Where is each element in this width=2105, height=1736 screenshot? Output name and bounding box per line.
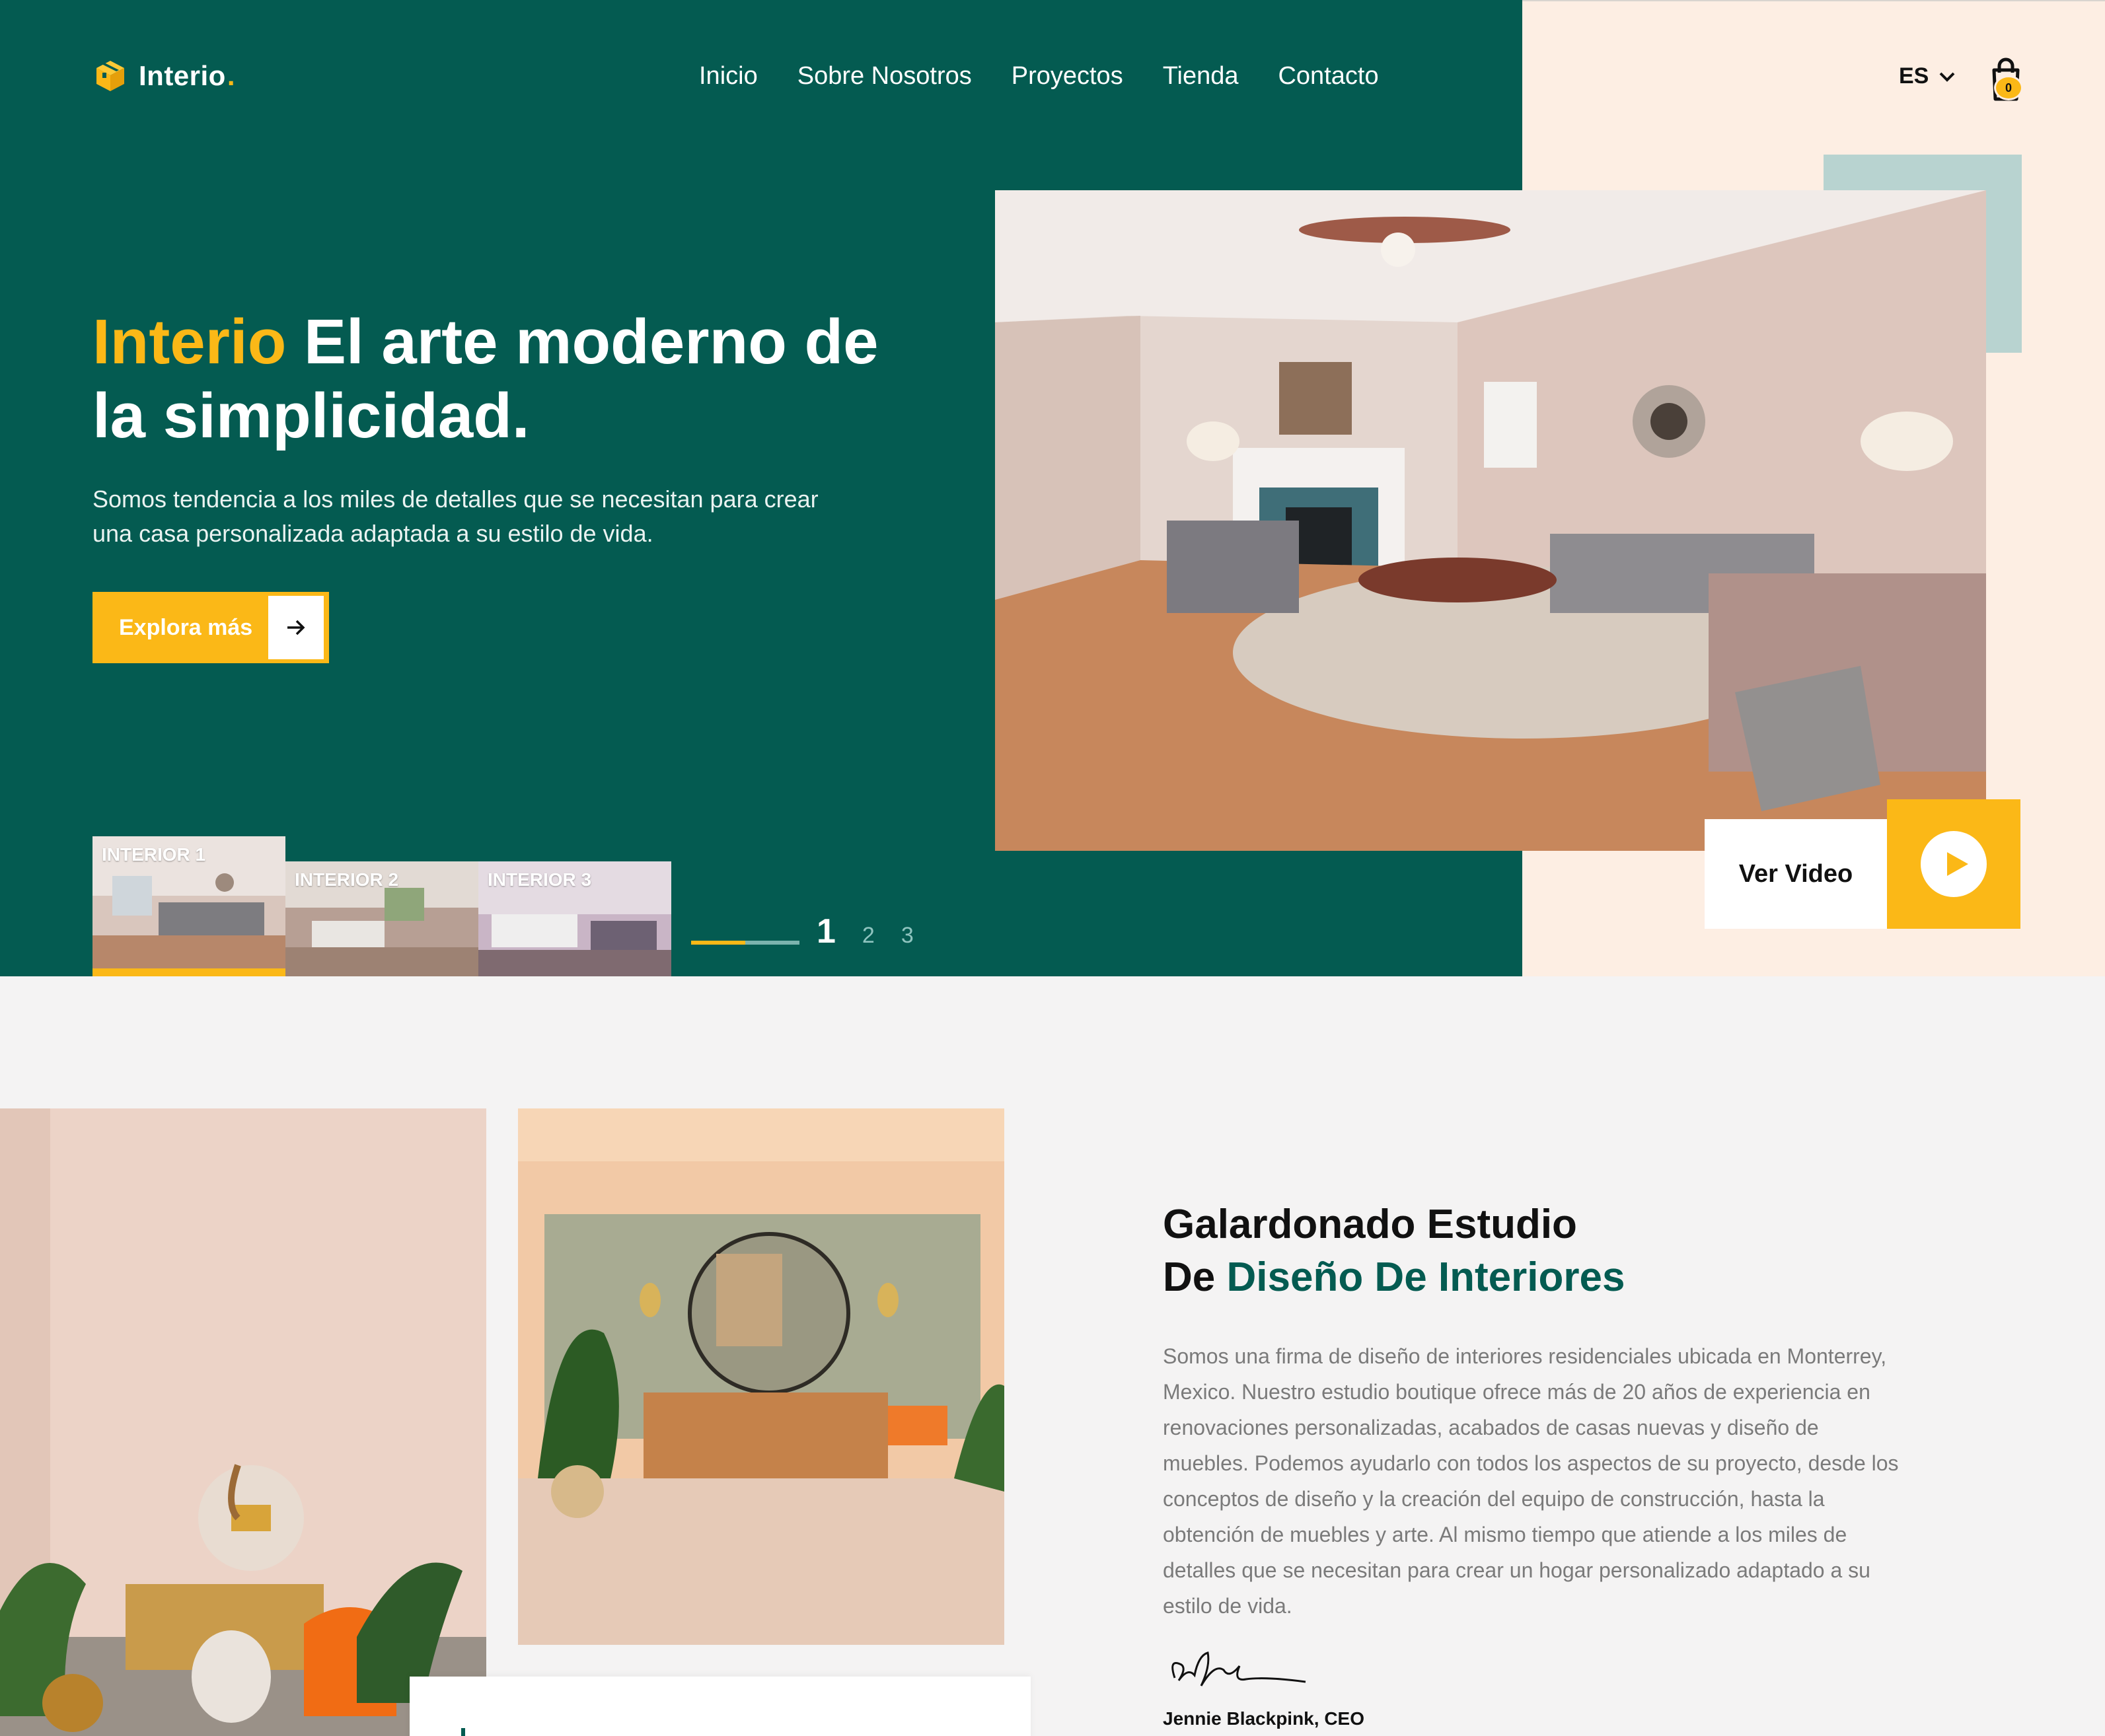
nav-item-inicio[interactable]: Inicio [699, 62, 758, 90]
signature-image [1171, 1651, 1306, 1686]
slider-pager: 1 2 3 [817, 912, 914, 951]
hero-subtext: Somos tendencia a los miles de detalles … [92, 486, 819, 547]
watch-video-label: Ver Video [1705, 819, 1887, 929]
pager-item-3[interactable]: 3 [901, 923, 914, 949]
nav-item-tienda[interactable]: Tienda [1163, 62, 1239, 90]
about-body: Somos una firma de diseño de interiores … [1163, 1344, 1899, 1618]
thumbnail-label: INTERIOR 2 [295, 869, 399, 890]
slider-progress-fill [691, 941, 745, 945]
nav-item-sobre-nosotros[interactable]: Sobre Nosotros [797, 62, 972, 90]
logo-text: Interio [139, 60, 226, 91]
logo[interactable]: Interio . [92, 58, 235, 94]
about-title-prefix: De [1163, 1254, 1227, 1300]
chevron-down-icon [1939, 72, 1955, 82]
thumbnail-interior-3[interactable]: INTERIOR 3 [478, 861, 671, 976]
play-icon [1921, 831, 1987, 897]
nav-item-contacto[interactable]: Contacto [1278, 62, 1378, 90]
explore-more-label: Explora más [119, 614, 253, 640]
pager-item-2[interactable]: 2 [862, 923, 875, 949]
feature-card-accent [461, 1728, 465, 1736]
thumbnail-label: INTERIOR 3 [488, 869, 592, 890]
logo-dot: . [227, 60, 235, 91]
nav-item-proyectos[interactable]: Proyectos [1012, 62, 1123, 90]
pager-current[interactable]: 1 [817, 912, 836, 951]
cube-logo-icon [96, 61, 124, 91]
language-label: ES [1899, 63, 1929, 89]
watch-video-button[interactable]: Ver Video [1705, 799, 2020, 929]
cart-count-badge: 0 [1994, 75, 2023, 100]
hero-image-living-room [995, 190, 1986, 851]
interior-image-orange-chair [0, 1108, 486, 1736]
video-play-area [1887, 799, 2020, 929]
main-nav: Inicio Sobre Nosotros Proyectos Tienda C… [699, 62, 1379, 90]
author-name: Jennie Blackpink, CEO [1163, 1708, 1364, 1729]
about-title-accent: Diseño De Interiores [1226, 1254, 1625, 1300]
thumbnail-interior-2[interactable]: INTERIOR 2 [285, 861, 478, 976]
feature-card [410, 1677, 1031, 1736]
arrow-right-icon [268, 596, 324, 659]
thumbnail-interior-1[interactable]: INTERIOR 1 [92, 836, 285, 968]
interior-image-green-wall [518, 1108, 1004, 1645]
thumbnail-label: INTERIOR 1 [102, 844, 206, 865]
thumbnail-active-indicator [92, 968, 285, 976]
explore-more-button[interactable]: Explora más [92, 592, 329, 663]
about-title: Galardonado Estudio De Diseño De Interio… [1163, 1198, 1625, 1304]
slider-progress [691, 941, 799, 945]
language-selector[interactable]: ES [1899, 63, 1956, 89]
hero-headline: Interio El arte moderno de la simplicida… [92, 305, 885, 453]
about-title-line1: Galardonado Estudio [1163, 1202, 1577, 1247]
hero-headline-brand: Interio [92, 307, 287, 377]
